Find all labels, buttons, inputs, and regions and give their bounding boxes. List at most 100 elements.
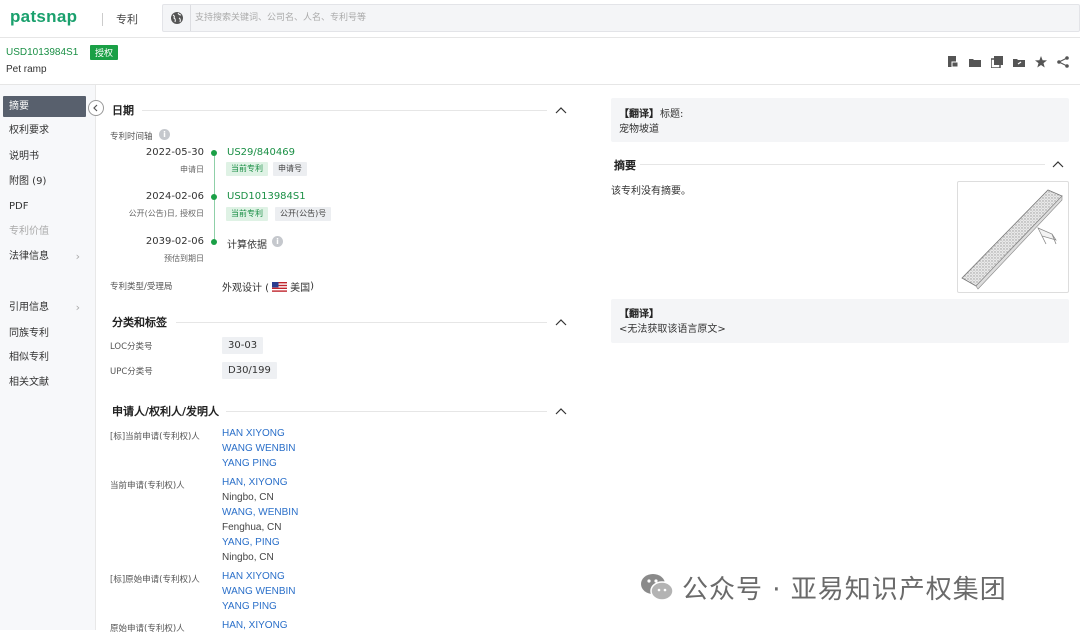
top-bar: patsnap 专利 <box>0 0 1080 38</box>
toolbar <box>946 55 1070 69</box>
pet-ramp-image <box>961 189 1063 290</box>
chevron-right-icon: › <box>75 301 80 314</box>
timeline-dot <box>211 239 217 245</box>
module-label[interactable]: 专利 <box>116 11 138 27</box>
timeline-dot <box>211 194 217 200</box>
translated-abstract-box: 【翻译】 <无法获取该语言原文> <box>611 299 1069 343</box>
sidebar-item-pdf[interactable]: PDF <box>3 196 86 217</box>
tag-current-patent: 当前专利 <box>226 162 268 176</box>
collapse-sidebar-button[interactable] <box>88 100 104 116</box>
sidebar-item-similar[interactable]: 相似专利 <box>3 347 86 368</box>
sidebar-item-abstract[interactable]: 摘要 <box>3 96 86 117</box>
sidebar-item-legal[interactable]: 法律信息 › <box>3 246 86 267</box>
sidebar-item-description[interactable]: 说明书 <box>3 146 86 167</box>
event-date: 2039-02-06 <box>145 236 204 247</box>
chevron-left-icon <box>93 104 98 112</box>
applicant-group-label: [标]原始申请(专利权)人 <box>110 575 200 585</box>
tag-application-number: 申请号 <box>273 162 307 176</box>
divider <box>640 164 1045 165</box>
chevron-up-icon[interactable] <box>555 406 567 416</box>
abstract-section-title: 摘要 <box>614 159 636 172</box>
translated-title-box: 【翻译】 标题: 宠物坡道 <box>611 98 1069 142</box>
classification-section-title: 分类和标签 <box>112 316 167 329</box>
folder-icon[interactable] <box>968 55 982 69</box>
title-label: 标题: <box>660 109 684 120</box>
upc-value[interactable]: D30/199 <box>222 362 277 379</box>
patent-header: USD1013984S1 授权 Pet ramp <box>0 38 1080 85</box>
search-bar <box>162 4 1080 32</box>
translate-tag: 【翻译】 <box>619 109 659 120</box>
info-icon[interactable]: i <box>159 129 170 140</box>
applicant-name[interactable]: HAN, XIYONG <box>222 620 288 631</box>
sidebar-item-claims[interactable]: 权利要求 <box>3 120 86 141</box>
event-date: 2022-05-30 <box>145 147 204 158</box>
loc-label: LOC分类号 <box>110 342 153 352</box>
tag-publication-number: 公开(公告)号 <box>275 207 332 221</box>
applicant-group-label: 当前申请(专利权)人 <box>110 481 185 491</box>
sidebar: 摘要 权利要求 说明书 附图 (9) PDF 专利价值 法律信息 › 引用信息 … <box>0 85 96 630</box>
share-folder-icon[interactable] <box>1012 55 1026 69</box>
application-number-link[interactable]: US29/840469 <box>227 147 295 158</box>
timeline-label: 专利时间轴 <box>110 132 153 142</box>
sidebar-item-related-docs[interactable]: 相关文献 <box>3 372 86 393</box>
upc-label: UPC分类号 <box>110 367 153 377</box>
patent-type-value: 外观设计 ( 美国 ) <box>222 281 314 294</box>
sidebar-item-drawings[interactable]: 附图 (9) <box>3 171 86 192</box>
applicant-name[interactable]: HAN XIYONG <box>222 571 285 582</box>
publication-number[interactable]: USD1013984S1 <box>6 47 78 58</box>
divider <box>142 110 547 111</box>
us-flag-icon <box>272 281 288 292</box>
copy-icon[interactable] <box>990 55 1004 69</box>
divider <box>176 322 547 323</box>
chevron-up-icon[interactable] <box>555 105 567 115</box>
sidebar-item-label: 法律信息 <box>9 251 49 262</box>
watermark-text: 公众号 · 亚易知识产权集团 <box>682 574 1007 605</box>
applicant-name[interactable]: WANG WENBIN <box>222 586 296 597</box>
info-icon[interactable]: i <box>272 236 283 247</box>
sidebar-item-citations[interactable]: 引用信息 › <box>3 297 86 318</box>
patent-drawing-thumbnail[interactable] <box>957 181 1069 293</box>
divider <box>102 13 103 26</box>
sidebar-item-family[interactable]: 同族专利 <box>3 323 86 344</box>
applicant-name[interactable]: WANG, WENBIN <box>222 507 298 518</box>
timeline-dot <box>211 150 217 156</box>
applicant-name[interactable]: YANG, PING <box>222 537 280 548</box>
applicant-name[interactable]: HAN XIYONG <box>222 428 285 439</box>
applicant-location: Ningbo, CN <box>222 552 274 563</box>
translate-tag: 【翻译】 <box>619 309 659 320</box>
applicant-name[interactable]: HAN, XIYONG <box>222 477 288 488</box>
wechat-icon <box>641 574 674 601</box>
calculation-basis: 计算依据 <box>227 240 267 251</box>
status-badge: 授权 <box>90 45 119 60</box>
applicant-group-label: 原始申请(专利权)人 <box>110 624 185 634</box>
patent-type-label: 专利类型/受理局 <box>110 282 173 292</box>
dates-section-title: 日期 <box>112 104 134 117</box>
applicant-location: Ningbo, CN <box>222 492 274 503</box>
sidebar-item-patent-value[interactable]: 专利价值 <box>3 221 86 242</box>
translated-abstract: <无法获取该语言原文> <box>619 324 726 335</box>
event-desc: 公开(公告)日, 授权日 <box>128 209 204 218</box>
applicant-name[interactable]: WANG WENBIN <box>222 443 296 454</box>
patent-title: Pet ramp <box>6 64 47 75</box>
translated-title: 宠物坡道 <box>619 124 659 135</box>
watermark: 公众号 · 亚易知识产权集团 <box>640 570 1060 605</box>
applicant-name[interactable]: YANG PING <box>222 601 277 612</box>
chevron-right-icon: › <box>75 250 80 263</box>
event-date: 2024-02-06 <box>145 191 204 202</box>
applicant-name[interactable]: YANG PING <box>222 458 277 469</box>
patsnap-logo[interactable]: patsnap <box>10 7 77 27</box>
applicant-group-label: [标]当前申请(专利权)人 <box>110 432 200 442</box>
globe-icon[interactable] <box>163 5 191 31</box>
tag-current-patent: 当前专利 <box>226 207 268 221</box>
applicants-section-title: 申请人/权利人/发明人 <box>112 405 220 418</box>
search-input[interactable] <box>195 9 1055 27</box>
share-icon[interactable] <box>1056 55 1070 69</box>
divider <box>226 411 547 412</box>
pdf-export-icon[interactable] <box>946 55 960 69</box>
chevron-up-icon[interactable] <box>1052 159 1064 169</box>
loc-value[interactable]: 30-03 <box>222 337 264 354</box>
chevron-up-icon[interactable] <box>555 317 567 327</box>
publication-number-link[interactable]: USD1013984S1 <box>227 191 306 202</box>
star-icon[interactable] <box>1034 55 1048 69</box>
event-desc: 预估到期日 <box>164 254 204 263</box>
